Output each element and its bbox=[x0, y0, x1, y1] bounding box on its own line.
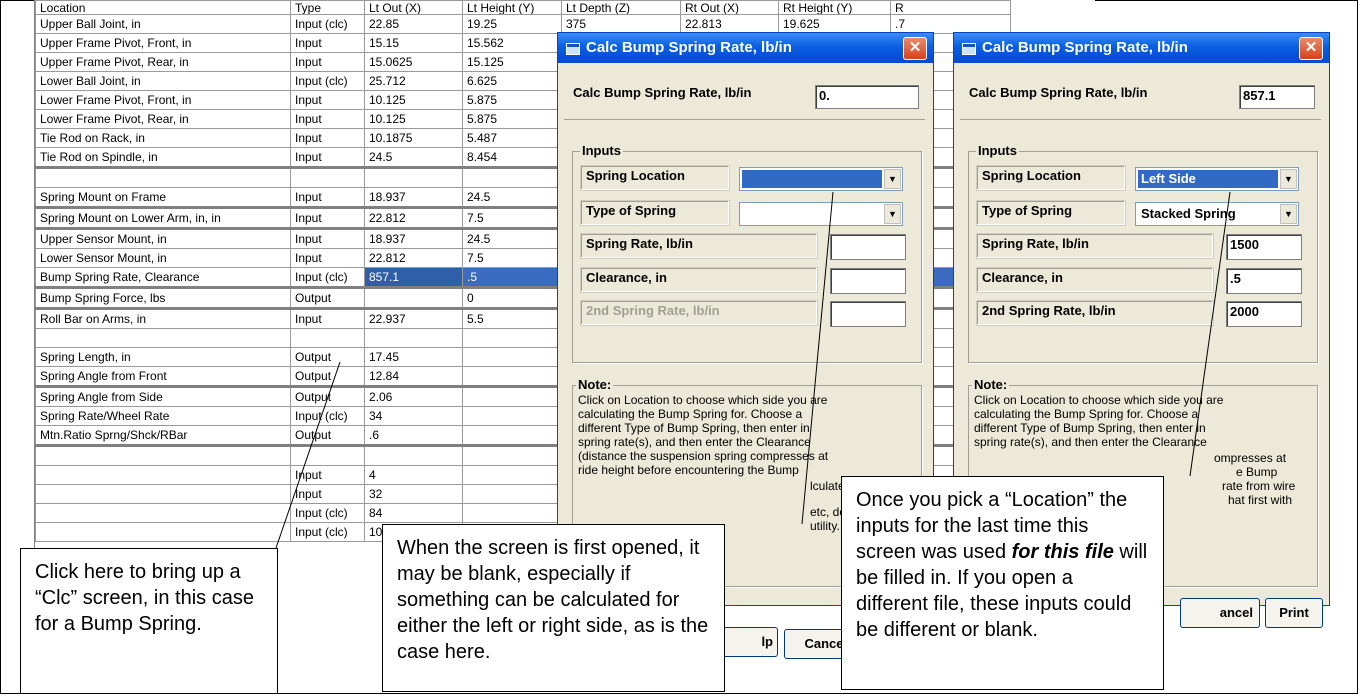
connector-lines bbox=[275, 191, 1231, 549]
